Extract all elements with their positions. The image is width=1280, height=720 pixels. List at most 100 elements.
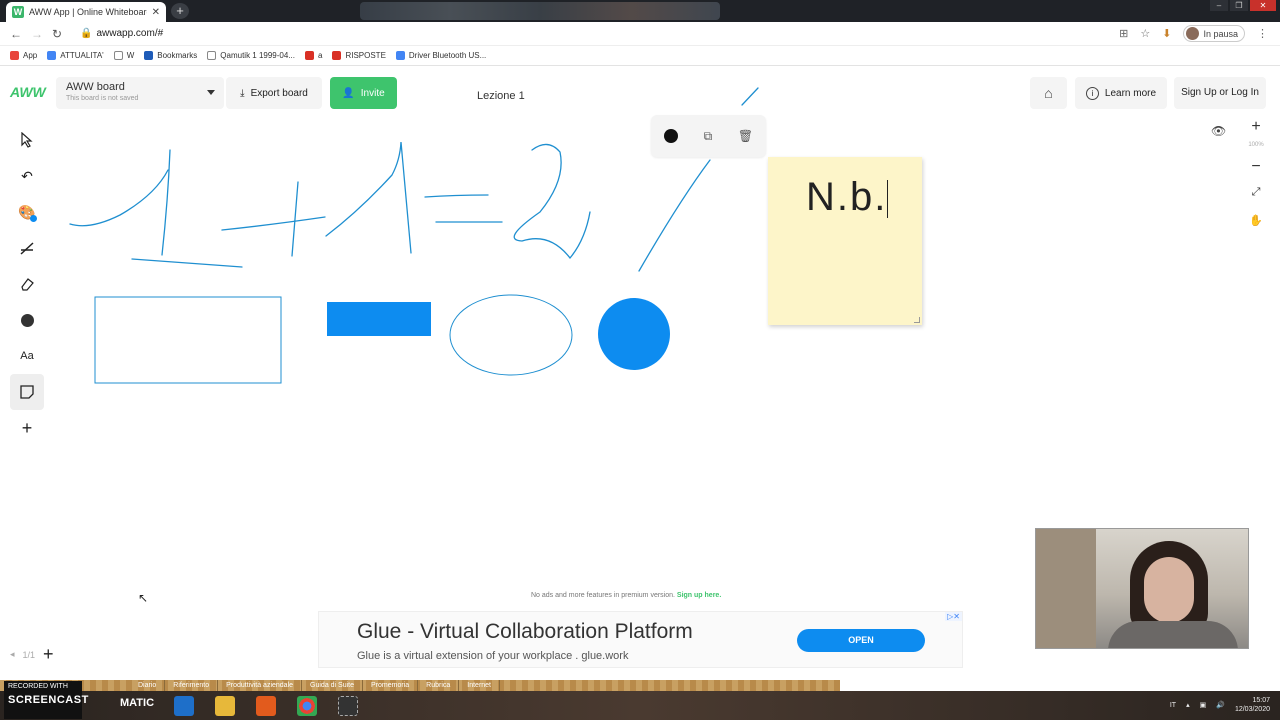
bookmark-label: Driver Bluetooth US... (408, 51, 487, 60)
taskbar-strip-item[interactable]: Promemoria (363, 680, 419, 691)
clock[interactable]: 15:07 12/03/2020 (1235, 696, 1270, 714)
bookmark-item[interactable]: App (10, 51, 37, 60)
fit-screen-icon[interactable]: ⤢ (1240, 186, 1272, 214)
eye-icon[interactable]: 👁 (1211, 124, 1226, 138)
stroke-digit-1-base (131, 258, 243, 268)
close-window-icon[interactable]: ✕ (1250, 0, 1276, 11)
bookmarks-bar: App ATTUALITA' W Bookmarks Qamutik 1 1999-04… (0, 46, 1280, 66)
sticky-note[interactable]: N.b. (768, 157, 922, 325)
trash-icon[interactable]: 🗑 (738, 129, 753, 143)
stroke-digit-1b (325, 141, 412, 254)
add-tool[interactable]: + (10, 410, 44, 446)
bookmark-item[interactable]: RISPOSTE (332, 51, 386, 60)
eraser-tool[interactable] (10, 266, 44, 302)
rectangle-outline[interactable] (94, 296, 282, 384)
color-swatch-black[interactable] (663, 129, 678, 143)
ellipse-outline[interactable] (449, 294, 573, 376)
maximize-icon[interactable]: ❐ (1230, 0, 1248, 11)
stroke-plus-vertical (291, 181, 299, 257)
matic-label: MATIC (120, 697, 155, 709)
bookmark-item[interactable]: ATTUALITA' (47, 51, 104, 60)
menu-icon[interactable]: ⋮ (1257, 27, 1268, 40)
add-page-button[interactable]: + (43, 644, 54, 665)
duplicate-icon[interactable]: ⧉ (704, 129, 713, 144)
bookmark-item[interactable]: Driver Bluetooth US... (395, 51, 487, 60)
signup-button[interactable]: Sign Up or Log In (1174, 77, 1266, 109)
translate-icon[interactable]: ⊞ (1119, 27, 1128, 40)
clock-date: 12/03/2020 (1234, 706, 1270, 713)
taskbar-strip-item[interactable]: Diario (130, 680, 166, 691)
home-button[interactable]: ⌂ (1030, 77, 1067, 109)
zoom-in-icon[interactable]: + (1240, 118, 1272, 142)
bookmark-item[interactable]: Bookmarks (144, 51, 197, 60)
forward-icon[interactable]: → (31, 27, 43, 41)
home-icon: ⌂ (1044, 85, 1053, 101)
sticky-note-text: N.b. (806, 175, 888, 219)
folder-icon[interactable] (215, 696, 235, 716)
network-icon[interactable]: ▣ (1200, 701, 1207, 709)
text-cursor (887, 180, 889, 219)
browser-tab-strip (0, 0, 1280, 22)
undo-tool[interactable]: ↶ (10, 158, 44, 194)
learn-more-button[interactable]: i Learn more (1075, 77, 1167, 109)
prev-page-icon[interactable]: ◂ (10, 649, 15, 660)
language-indicator[interactable]: IT (1170, 702, 1176, 709)
minimize-icon[interactable]: – (1210, 0, 1228, 11)
bookmark-icon (47, 51, 57, 60)
text-tool[interactable]: Aa (10, 338, 44, 374)
aww-logo[interactable]: AWW (10, 84, 46, 106)
taskbar-strip-item[interactable]: Guida di Suite (302, 680, 364, 691)
zoom-out-icon[interactable]: − (1240, 158, 1272, 186)
bookmark-label: a (318, 51, 323, 60)
ad-banner[interactable]: Glue - Virtual Collaboration Platform Gl… (318, 611, 963, 668)
pen-tool[interactable] (10, 230, 44, 266)
chrome-icon[interactable] (297, 696, 317, 716)
ie-icon[interactable] (174, 696, 194, 716)
page-navigator: ◂ 1/1 + (10, 644, 54, 665)
stroke-diagonal-line (638, 159, 711, 272)
browser-tab[interactable]: W AWW App | Online Whiteboard f ✕ (6, 2, 166, 22)
bookmark-item[interactable]: Qamutik 1 1999-04... (207, 51, 295, 60)
url-field[interactable]: 🔒 awwapp.com/# (80, 28, 163, 39)
mi-icon[interactable] (256, 696, 276, 716)
rectangle-filled[interactable] (327, 302, 431, 336)
profile-button[interactable]: In pausa (1183, 25, 1245, 42)
shape-tool[interactable] (10, 302, 44, 338)
bookmark-label: ATTUALITA' (60, 51, 104, 60)
circle-filled[interactable] (598, 298, 670, 370)
taskbar-strip-item[interactable]: Produttività aziendale (218, 680, 303, 691)
text-tool-label: Aa (20, 350, 34, 362)
select-tool[interactable] (10, 122, 44, 158)
premium-notice: No ads and more features in premium vers… (531, 592, 721, 599)
hand-icon[interactable]: ✋ (1240, 214, 1272, 238)
new-tab-button[interactable]: + (171, 3, 189, 19)
taskbar-strip-item[interactable]: Riferimento (165, 680, 219, 691)
ad-open-button[interactable]: OPEN (797, 629, 925, 652)
star-icon[interactable]: ☆ (1140, 27, 1150, 40)
close-tab-icon[interactable]: ✕ (152, 7, 160, 18)
tool-sidebar: ↶ 🎨 Aa + (10, 122, 44, 446)
selection-toolbar: ⧉ 🗑 (651, 115, 766, 157)
back-icon[interactable]: ← (10, 27, 22, 41)
bookmark-label: App (23, 51, 38, 60)
taskbar-strip-item[interactable]: Rubrica (418, 680, 460, 691)
sticky-note-text-wrap[interactable]: N.b. (806, 175, 889, 220)
bookmark-item[interactable]: a (305, 51, 322, 60)
undo-icon: ↶ (21, 167, 33, 184)
bookmark-icon (113, 51, 123, 60)
stroke-digit-1-stem (161, 149, 171, 256)
sticky-note-tool[interactable] (10, 374, 44, 410)
profile-label: In pausa (1203, 28, 1238, 39)
ad-close-icon[interactable]: ▷✕ (945, 612, 962, 621)
resize-handle[interactable] (914, 317, 920, 323)
volume-icon[interactable]: 🔊 (1216, 701, 1225, 709)
bookmark-item[interactable]: W (113, 51, 134, 60)
download-icon[interactable]: ⬇ (1162, 27, 1171, 40)
tray-up-icon[interactable]: ▴ (1186, 701, 1190, 709)
color-tool[interactable]: 🎨 (10, 194, 44, 230)
snipping-tool-icon[interactable] (338, 696, 358, 716)
system-tray: IT ▴ ▣ 🔊 15:07 12/03/2020 (1170, 696, 1270, 714)
premium-signup-link[interactable]: Sign up here. (677, 592, 721, 599)
reload-icon[interactable]: ↻ (52, 27, 62, 41)
taskbar-strip-item[interactable]: Internet (459, 680, 501, 691)
